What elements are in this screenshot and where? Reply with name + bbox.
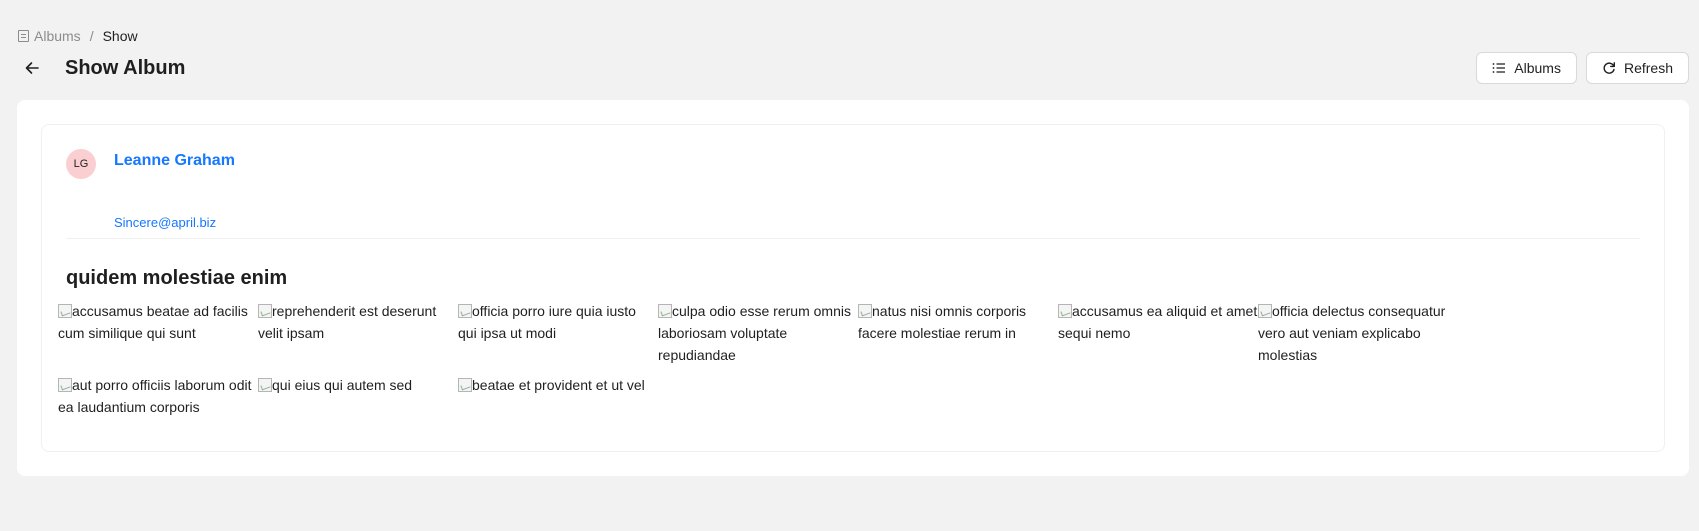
- broken-image-icon: [258, 378, 272, 392]
- refresh-button[interactable]: Refresh: [1585, 52, 1689, 84]
- list-icon: [1492, 63, 1506, 73]
- breadcrumb: Albums / Show: [18, 28, 138, 44]
- broken-image-icon: [258, 304, 272, 318]
- broken-image-icon: [58, 378, 72, 392]
- photo-alt-text: officia porro iure quia iusto qui ipsa u…: [458, 303, 636, 341]
- broken-image-icon: [1258, 304, 1272, 318]
- refresh-button-label: Refresh: [1623, 60, 1673, 76]
- author-email-link[interactable]: Sincere@april.biz: [114, 215, 216, 230]
- photo-item[interactable]: aut porro officiis laborum odit ea lauda…: [58, 374, 258, 418]
- photo-item[interactable]: officia delectus consequatur vero aut ve…: [1258, 300, 1458, 366]
- albums-list-button[interactable]: Albums: [1476, 52, 1577, 84]
- broken-image-icon: [1058, 304, 1072, 318]
- breadcrumb-current: Show: [102, 28, 138, 44]
- photo-alt-text: reprehenderit est deserunt velit ipsam: [258, 303, 437, 341]
- photo-grid: accusamus beatae ad facilis cum similiqu…: [58, 300, 1458, 418]
- page-title: Show Album: [65, 56, 186, 79]
- photo-alt-text: accusamus beatae ad facilis cum similiqu…: [58, 303, 248, 341]
- breadcrumb-separator: /: [89, 28, 94, 44]
- photo-item[interactable]: beatae et provident et ut vel: [458, 374, 658, 418]
- album-detail-panel: LG Leanne Graham Sincere@april.biz quide…: [41, 124, 1665, 452]
- photo-item[interactable]: officia porro iure quia iusto qui ipsa u…: [458, 300, 658, 366]
- page-header: Show Album Albums Refresh: [18, 52, 1689, 84]
- photo-item[interactable]: culpa odio esse rerum omnis laboriosam v…: [658, 300, 858, 366]
- photo-alt-text: beatae et provident et ut vel: [472, 377, 645, 393]
- photo-alt-text: culpa odio esse rerum omnis laboriosam v…: [658, 303, 851, 363]
- author-name-link[interactable]: Leanne Graham: [114, 152, 235, 170]
- photo-item[interactable]: accusamus beatae ad facilis cum similiqu…: [58, 300, 258, 366]
- refresh-icon: [1603, 62, 1615, 74]
- photo-item[interactable]: reprehenderit est deserunt velit ipsam: [258, 300, 458, 366]
- broken-image-icon: [658, 304, 672, 318]
- list-icon: [18, 30, 29, 42]
- broken-image-icon: [458, 378, 472, 392]
- photo-alt-text: natus nisi omnis corporis facere molesti…: [858, 303, 1027, 341]
- albums-list-button-label: Albums: [1514, 60, 1561, 76]
- divider: [66, 238, 1640, 239]
- photo-item[interactable]: qui eius qui autem sed: [258, 374, 458, 418]
- album-card: LG Leanne Graham Sincere@april.biz quide…: [17, 100, 1689, 476]
- broken-image-icon: [458, 304, 472, 318]
- broken-image-icon: [858, 304, 872, 318]
- arrow-left-icon: [25, 62, 39, 74]
- header-actions: Albums Refresh: [1476, 52, 1689, 84]
- album-title: quidem molestiae enim: [66, 267, 288, 289]
- photo-alt-text: accusamus ea aliquid et amet sequi nemo: [1058, 303, 1258, 341]
- photo-alt-text: aut porro officiis laborum odit ea lauda…: [58, 377, 252, 415]
- photo-item[interactable]: natus nisi omnis corporis facere molesti…: [858, 300, 1058, 366]
- photo-alt-text: qui eius qui autem sed: [272, 377, 413, 393]
- photo-alt-text: officia delectus consequatur vero aut ve…: [1258, 303, 1446, 363]
- back-button[interactable]: [18, 54, 46, 82]
- broken-image-icon: [58, 304, 72, 318]
- avatar: LG: [66, 149, 96, 179]
- photo-item[interactable]: accusamus ea aliquid et amet sequi nemo: [1058, 300, 1258, 366]
- breadcrumb-albums-link[interactable]: Albums: [34, 28, 81, 44]
